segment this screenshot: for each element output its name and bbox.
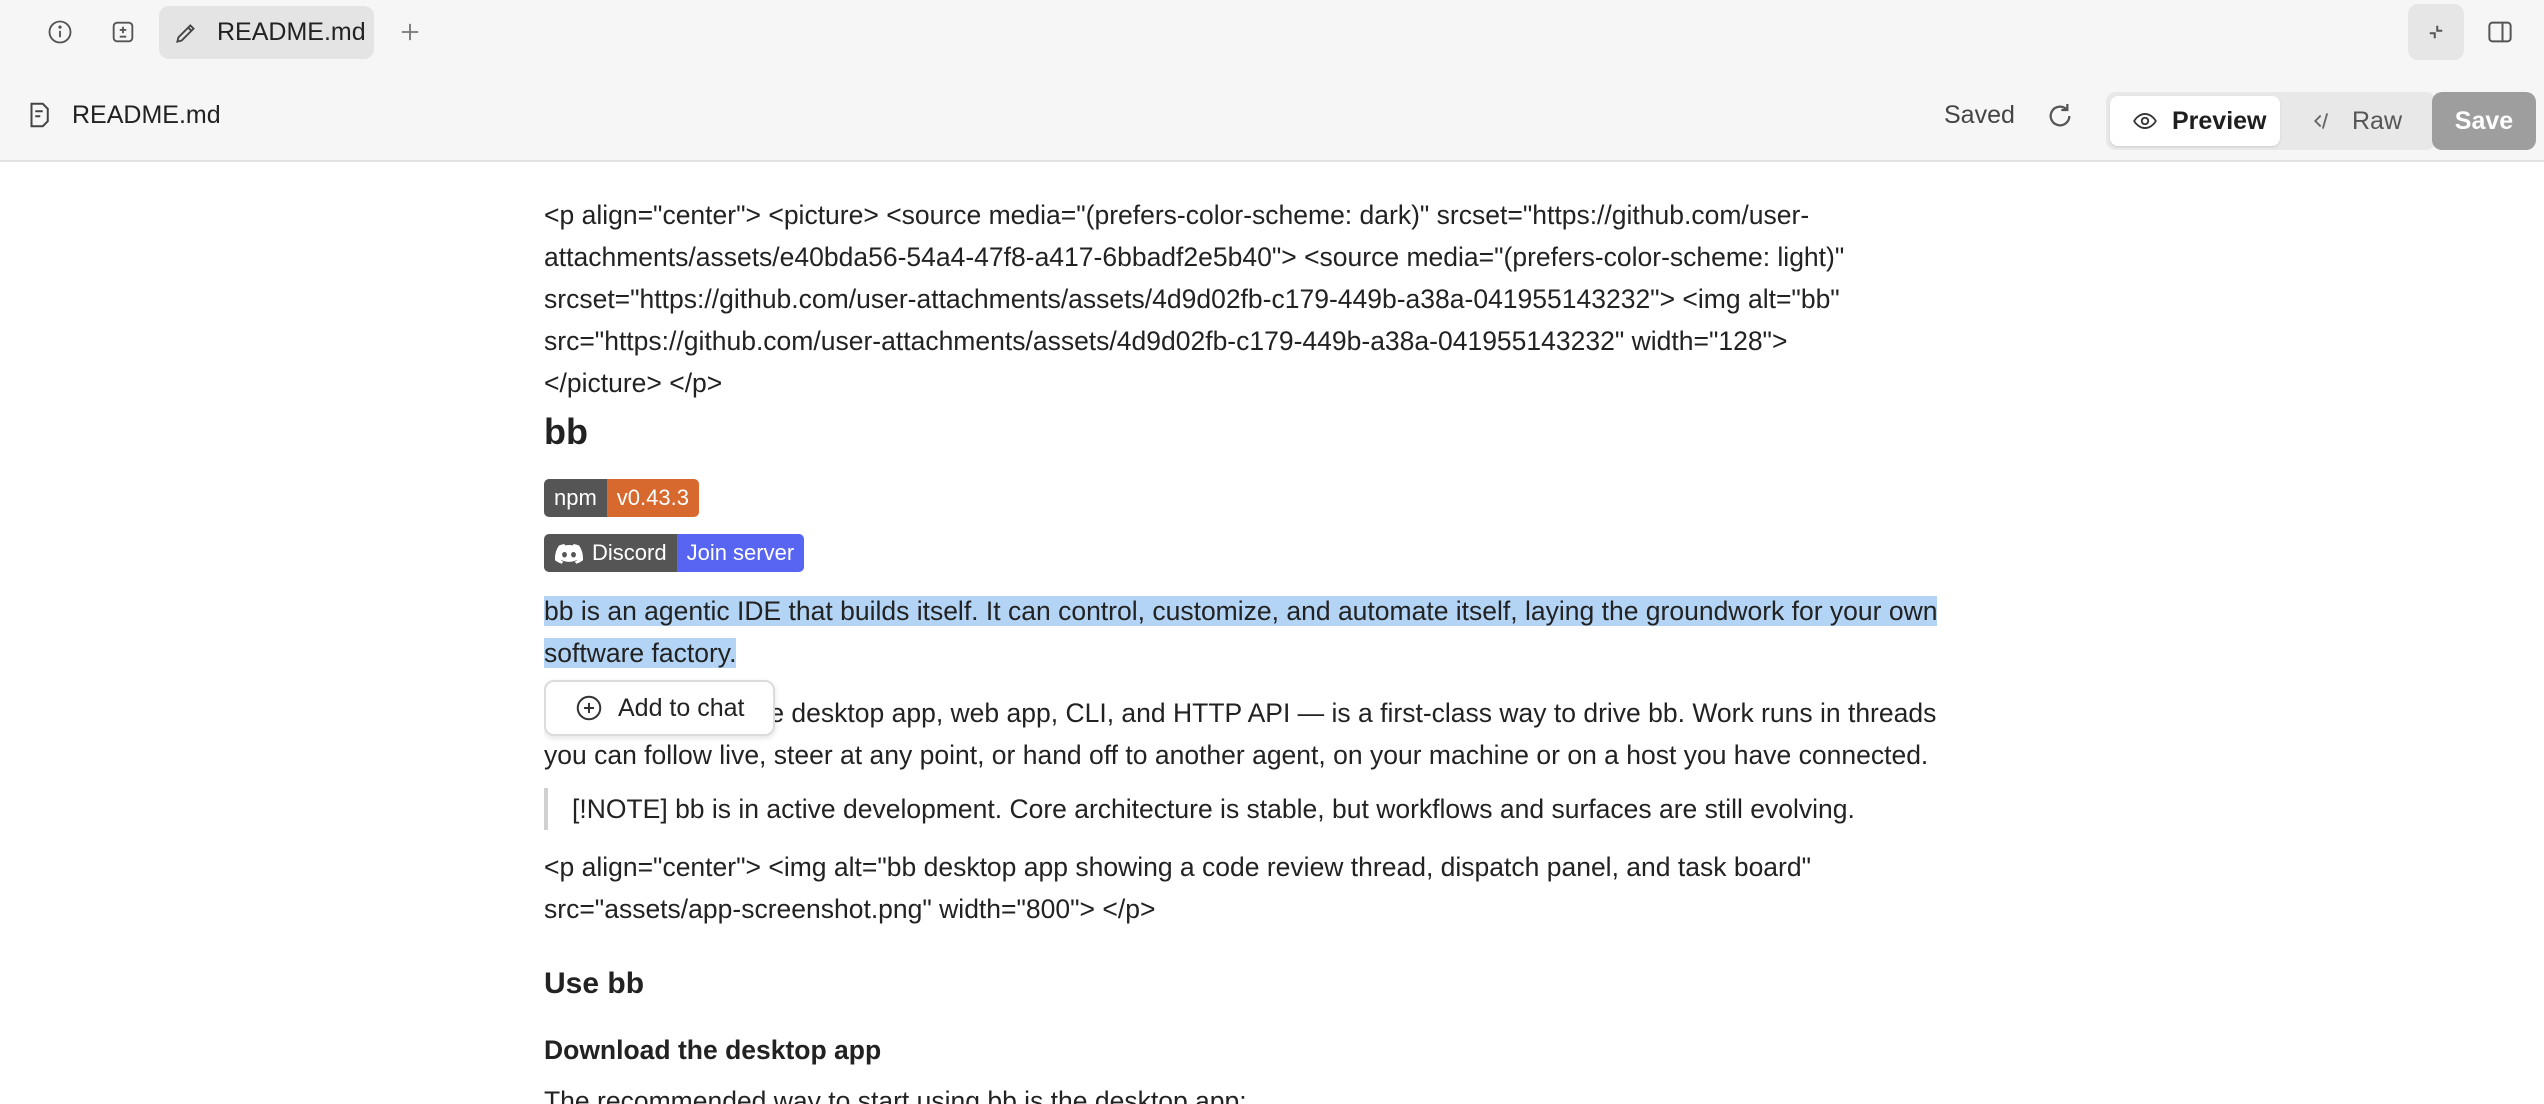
tab-readme[interactable]: README.md: [159, 6, 374, 59]
subsection-heading-download: Download the desktop app: [544, 1035, 882, 1065]
pencil-icon: [176, 23, 195, 43]
document-icon: [30, 102, 49, 128]
eye-icon: [2133, 113, 2157, 129]
readme-title: bb: [544, 411, 588, 452]
note-blockquote: [!NOTE] bb is in active development. Cor…: [544, 788, 2014, 830]
discord-badge-left: Discord: [544, 534, 677, 572]
info-icon[interactable]: [36, 8, 84, 56]
selected-text-line-2: software factory.: [544, 638, 737, 668]
new-tab-plus-icon[interactable]: [386, 8, 434, 56]
npm-badge-label: npm: [544, 479, 607, 517]
preview-button[interactable]: Preview: [2110, 96, 2280, 146]
npm-badge[interactable]: npm v0.43.3: [544, 479, 699, 517]
preview-label: Preview: [2172, 106, 2267, 135]
selected-text-line-1: bb is an agentic IDE that builds itself.…: [544, 596, 1938, 626]
tab-label: README.md: [217, 18, 366, 46]
diff-icon[interactable]: [99, 8, 147, 56]
collapse-icon[interactable]: [2408, 4, 2464, 60]
add-to-chat-button[interactable]: Add to chat: [544, 680, 775, 736]
add-to-chat-label: Add to chat: [618, 694, 745, 722]
npm-badge-version: v0.43.3: [606, 479, 699, 517]
download-paragraph: The recommended way to start using bb is…: [544, 1086, 1247, 1104]
discord-badge[interactable]: Discord Join server: [544, 534, 805, 572]
markdown-preview: <p align="center"> <picture> <source med…: [544, 162, 2014, 1104]
tab-bar: README.md: [0, 0, 2544, 64]
save-button[interactable]: Save: [2432, 92, 2536, 150]
sidebar-toggle-icon[interactable]: [2472, 4, 2528, 60]
note-text: [!NOTE] bb is in active development. Cor…: [572, 794, 1855, 824]
html-paragraph-picture: <p align="center"> <picture> <source med…: [544, 200, 1845, 398]
save-status: Saved: [1944, 101, 2015, 129]
html-paragraph-screenshot: <p align="center"> <img alt="bb desktop …: [544, 852, 1812, 924]
view-mode-toggle: Preview Raw: [2106, 92, 2436, 150]
raw-button[interactable]: Raw: [2298, 96, 2428, 146]
discord-badge-join: Join server: [676, 534, 805, 572]
file-header: README.md Saved Preview Raw Save: [0, 64, 2544, 162]
refresh-icon[interactable]: [2044, 100, 2076, 132]
section-heading-use-bb: Use bb: [544, 967, 645, 1000]
discord-icon: [555, 544, 583, 564]
intro-paragraph: bb is an agentic IDE that builds itself.…: [544, 590, 2014, 674]
code-icon: [2313, 113, 2329, 129]
raw-label: Raw: [2352, 106, 2403, 135]
plus-circle-icon: [576, 695, 602, 721]
file-name: README.md: [72, 101, 221, 129]
discord-badge-label: Discord: [592, 540, 667, 565]
